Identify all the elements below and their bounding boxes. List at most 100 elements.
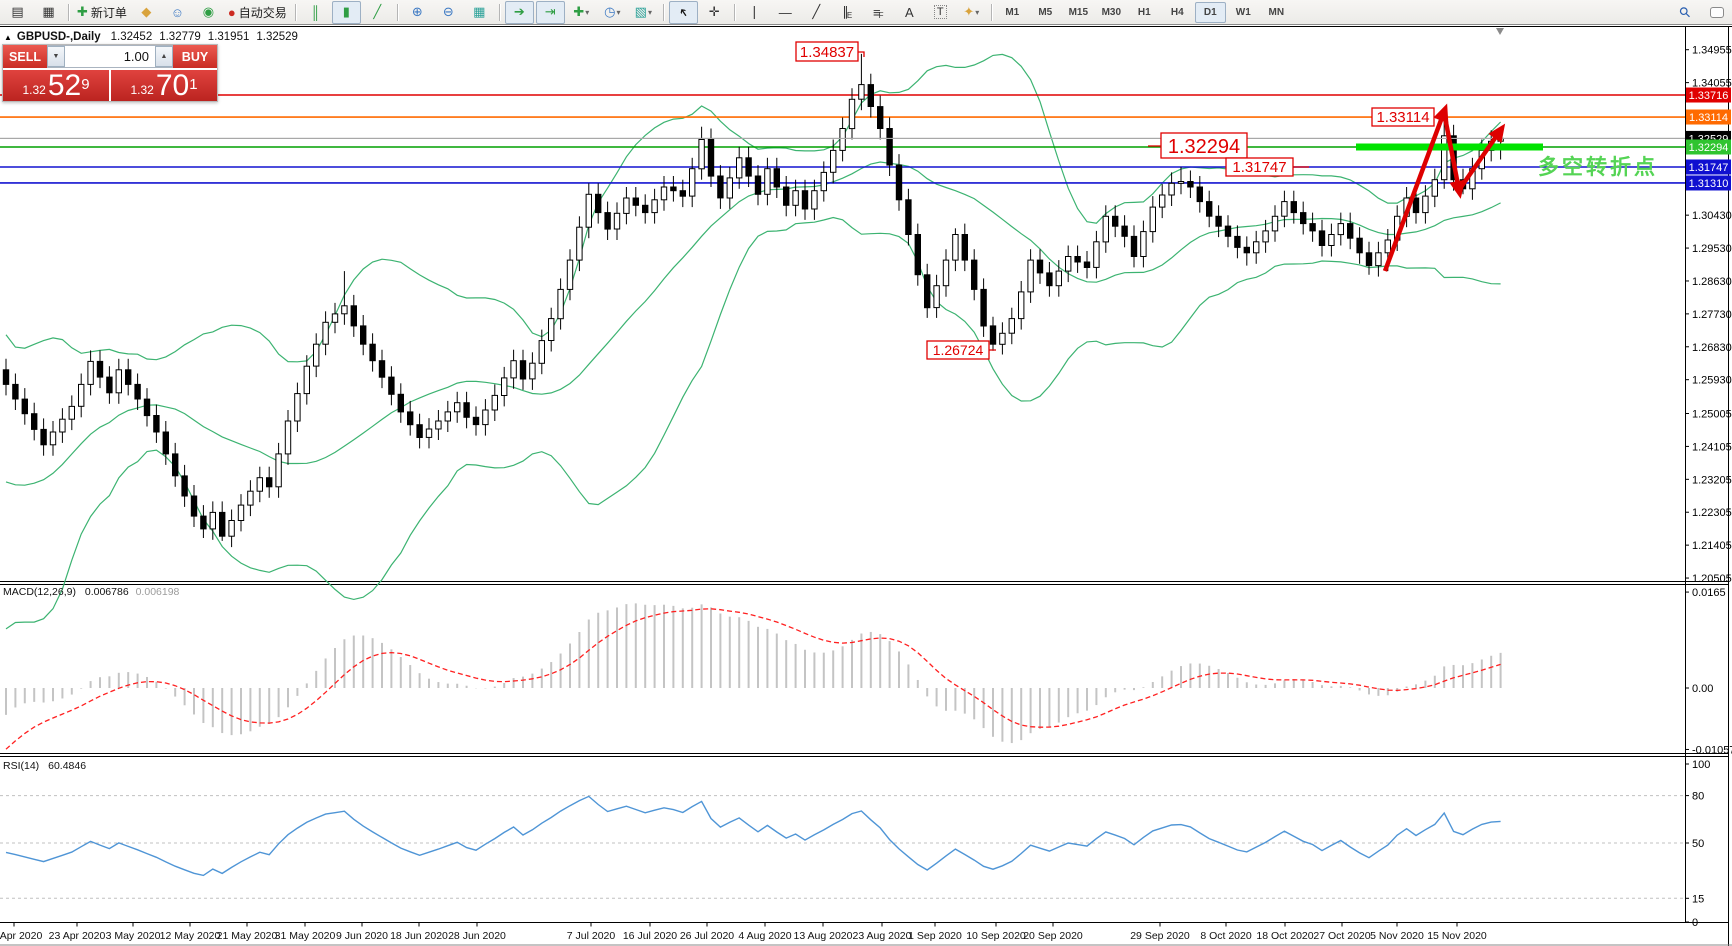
autotrade-button[interactable]: ● 自动交易 [225,1,290,24]
tab-m30[interactable]: M30 [1096,2,1127,23]
candle [97,361,102,377]
candle [1329,235,1334,246]
profiles-button[interactable]: ▦ [34,1,63,24]
buy-price-button[interactable]: 1.32 70 1 [111,70,217,101]
sell-price-big: 52 [48,72,81,100]
tab-m15[interactable]: M15 [1063,2,1094,23]
bar-chart-button[interactable]: ║ [301,1,330,24]
candle [859,85,864,100]
line-chart-icon: ╱ [373,4,381,20]
candle [840,129,845,151]
candle [643,205,648,212]
candle [1103,216,1108,242]
trend-arrow-3[interactable] [1459,131,1500,190]
tab-h4[interactable]: H4 [1162,2,1193,23]
candle [483,410,488,425]
chevron-down-icon: ▾ [648,8,652,17]
trendline-icon: ╱ [812,4,820,20]
templates-button[interactable]: ▧▾ [629,1,658,24]
volume-down-button[interactable]: ▼ [47,46,65,67]
arrows-button[interactable]: ✦▾ [957,1,986,24]
zoom-out-button[interactable]: ⊖ [434,1,463,24]
new-chart-button[interactable]: ▤ [3,1,32,24]
tab-d1[interactable]: D1 [1195,2,1226,23]
candle [727,178,732,198]
one-click-collapse-icon[interactable]: ▲ [4,33,12,42]
candle-chart-button[interactable]: ▮ [332,1,361,24]
vertical-line-button[interactable]: ❘ [740,1,769,24]
new-order-button[interactable]: ✚ 新订单 [74,1,130,24]
candle [868,85,873,107]
crosshair-button[interactable]: ✛ [700,1,729,24]
candle [1385,240,1390,253]
chart-canvas[interactable]: 1.348371.331141.322941.317471.267241.349… [0,0,1732,946]
candle [990,326,995,344]
price-callout-label: 1.34837 [800,44,854,61]
tab-w1[interactable]: W1 [1228,2,1259,23]
price-callout-label: 1.31747 [1232,159,1286,176]
candle [69,406,74,419]
candle [943,260,948,286]
candle [887,129,892,166]
text-label-button[interactable]: T [926,1,955,24]
tab-h1[interactable]: H1 [1129,2,1160,23]
sell-price-button[interactable]: 1.32 52 9 [3,70,109,101]
volume-up-button[interactable]: ▲ [155,46,173,67]
trendline-button[interactable]: ╱ [802,1,831,24]
periods-button[interactable]: ◷▾ [598,1,627,24]
candle [1075,257,1080,263]
candle [1357,238,1362,253]
community-button[interactable]: ☺ [163,1,192,24]
candle [793,191,798,206]
fibonacci-button[interactable]: ≡F [864,1,893,24]
signals-button[interactable]: ◉ [194,1,223,24]
symbol-header: ▲ GBPUSD-,Daily 1.32452 1.32779 1.31951 … [4,31,305,43]
candle [530,363,535,379]
line-chart-button[interactable]: ╱ [363,1,392,24]
rsi-label: RSI(14) 60.4846 [3,760,86,772]
channel-button[interactable]: ∥E [833,1,862,24]
price-axis[interactable] [1686,26,1730,923]
candle [229,521,234,537]
text-button[interactable]: A [895,1,924,24]
buy-button[interactable]: BUY [173,45,217,68]
tab-m1[interactable]: M1 [997,2,1028,23]
candle [586,194,591,227]
buy-price-sup: 1 [189,70,197,100]
candle [379,361,384,378]
candle [1301,213,1306,224]
tab-m5[interactable]: M5 [1030,2,1061,23]
sell-button[interactable]: SELL [3,45,47,68]
candle [304,366,309,393]
candle [1066,257,1071,272]
volume-input[interactable]: 1.00 [65,46,155,67]
candle [1131,236,1136,256]
candle [539,341,544,364]
candle [699,140,704,169]
styles-button[interactable]: ◆ [132,1,161,24]
time-axis[interactable] [0,924,1685,944]
zoom-in-button[interactable]: ⊕ [403,1,432,24]
search-button[interactable]: ⚲ [1671,1,1700,24]
new-order-icon: ✚ [77,4,88,20]
chevron-down-icon: ▾ [585,8,589,17]
candle [22,399,27,414]
candle [248,491,253,505]
cursor-button[interactable]: ➔ [669,1,698,24]
horizontal-line-button[interactable]: ― [771,1,800,24]
candle [567,260,572,289]
candle [1263,231,1268,242]
indicators-button[interactable]: ✚▾ [567,1,596,24]
tab-mn[interactable]: MN [1261,2,1292,23]
auto-scroll-button[interactable]: ➔ [505,1,534,24]
candle [1160,195,1165,207]
candle [802,191,807,209]
chart-shift-button[interactable]: ⇥ [536,1,565,24]
chat-button[interactable] [1702,1,1731,24]
candle [765,169,770,195]
candle [370,344,375,361]
candle [605,213,610,230]
tile-windows-button[interactable]: ▦ [465,1,494,24]
candle [492,395,497,410]
bull-bear-note[interactable]: 多空转折点 [1538,155,1658,179]
